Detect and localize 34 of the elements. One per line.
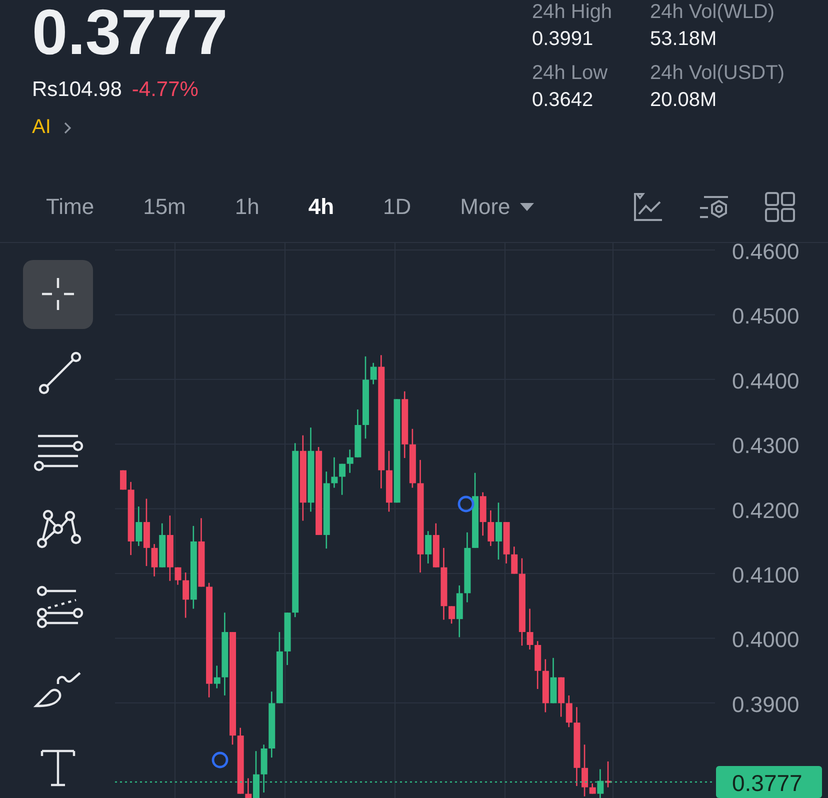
interval-tab[interactable]: 1D <box>367 188 428 226</box>
price-axis-label: 0.4200 <box>732 498 800 523</box>
stat-label: 24h High <box>532 0 614 24</box>
price-axis-label: 0.4000 <box>732 627 800 652</box>
trade-marker-icon <box>212 752 228 768</box>
chevron-right-icon <box>62 120 72 134</box>
stat-label: 24h Vol(USDT) <box>650 61 786 85</box>
price-change: -4.77% <box>132 78 198 102</box>
interval-tab[interactable]: 1h <box>218 188 276 226</box>
last-price-tag: 0.3777 <box>716 766 822 798</box>
price-axis-label: 0.4400 <box>732 368 800 394</box>
price-axis-label: 0.4600 <box>732 243 800 264</box>
price-axis-label: 0.3900 <box>732 692 800 717</box>
ai-link[interactable]: AI <box>32 116 72 139</box>
price-axis-label: 0.4300 <box>732 433 800 458</box>
grid-layout-icon[interactable] <box>764 191 796 223</box>
interval-tab[interactable]: Time <box>30 188 110 226</box>
crosshair-tool[interactable] <box>22 260 92 329</box>
stat-value: 0.3642 <box>532 89 594 112</box>
interval-tab[interactable]: 4h <box>292 188 350 226</box>
interval-tab[interactable]: 15m <box>127 188 202 226</box>
stat-value: 0.3991 <box>532 28 594 51</box>
fiat-price: Rs104.98 <box>32 78 122 102</box>
price-axis-label: 0.4500 <box>732 304 800 329</box>
last-price: 0.3777 <box>32 2 228 62</box>
line-chart-icon[interactable] <box>632 191 664 223</box>
price-axis-label: 0.4100 <box>732 562 800 588</box>
stat-value: 20.08M <box>650 89 718 112</box>
interval-tab[interactable]: More <box>444 188 550 226</box>
stat-label: 24h Low <box>532 61 609 85</box>
stat-value: 53.18M <box>650 28 718 51</box>
stat-label: 24h Vol(WLD) <box>650 0 776 24</box>
dropdown-caret-icon <box>520 202 534 212</box>
trade-marker-icon <box>458 496 474 512</box>
